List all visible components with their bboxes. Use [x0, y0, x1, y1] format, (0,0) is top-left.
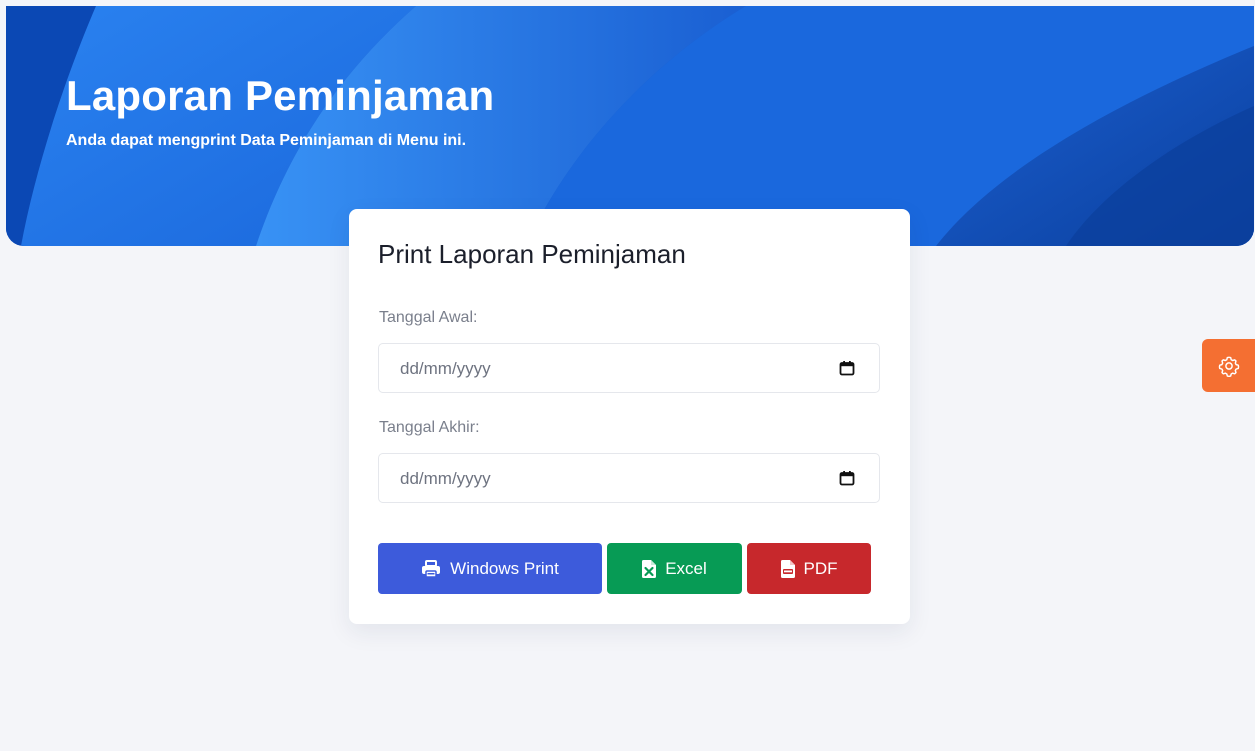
- page: Laporan Peminjaman Anda dapat mengprint …: [0, 0, 1255, 751]
- card-title: Print Laporan Peminjaman: [378, 239, 686, 269]
- print-report-card: Print Laporan Peminjaman Tanggal Awal: d…: [349, 209, 910, 624]
- start-date-input[interactable]: dd/mm/yyyy: [378, 343, 880, 393]
- start-date-placeholder: dd/mm/yyyy: [400, 359, 491, 378]
- calendar-icon[interactable]: [839, 360, 855, 376]
- start-date-label: Tanggal Awal:: [379, 309, 478, 326]
- printer-icon: [422, 559, 441, 578]
- file-pdf-icon: [780, 559, 795, 578]
- file-excel-icon: [642, 559, 657, 578]
- end-date-label: Tanggal Akhir:: [379, 419, 480, 436]
- page-subtitle: Anda dapat mengprint Data Peminjaman di …: [66, 132, 467, 149]
- settings-button[interactable]: [1202, 339, 1255, 392]
- excel-label: Excel: [665, 558, 707, 578]
- end-date-input[interactable]: dd/mm/yyyy: [378, 453, 880, 503]
- windows-print-label: Windows Print: [450, 558, 559, 578]
- pdf-label: PDF: [803, 558, 838, 578]
- page-title: Laporan Peminjaman: [66, 72, 495, 119]
- windows-print-button[interactable]: Windows Print: [378, 543, 602, 594]
- excel-button[interactable]: Excel: [607, 543, 742, 594]
- end-date-placeholder: dd/mm/yyyy: [400, 469, 491, 488]
- calendar-icon[interactable]: [839, 470, 855, 486]
- pdf-button[interactable]: PDF: [747, 543, 871, 594]
- gear-icon: [1218, 356, 1239, 377]
